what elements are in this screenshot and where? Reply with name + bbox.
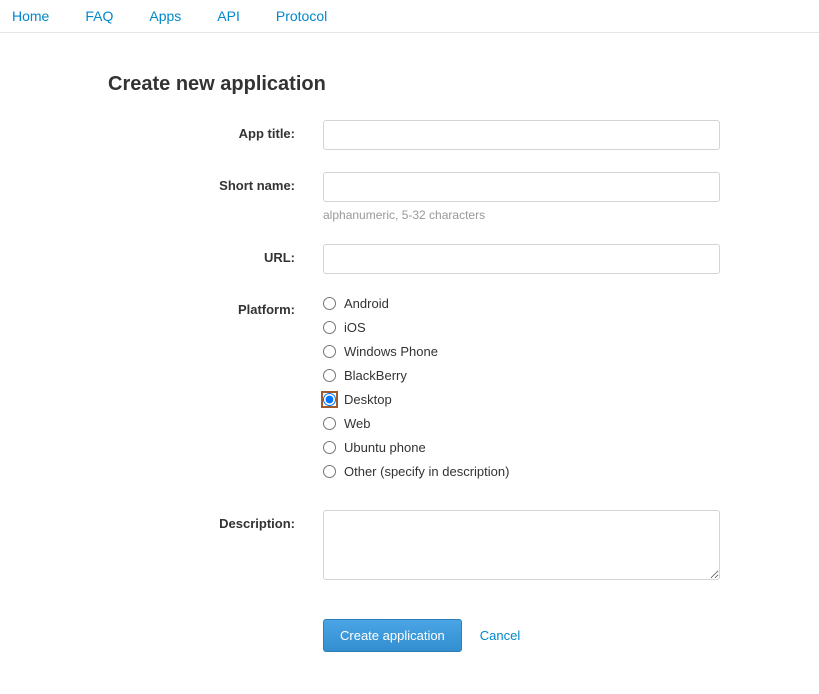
platform-radio[interactable] xyxy=(323,297,336,310)
label-description: Description: xyxy=(108,510,323,531)
label-url: URL: xyxy=(108,244,323,265)
form-container: Create new application App title: Short … xyxy=(0,33,720,694)
platform-option[interactable]: Other (specify in description) xyxy=(323,464,720,479)
label-app-title: App title: xyxy=(108,120,323,141)
input-short-name[interactable] xyxy=(323,172,720,202)
platform-radio[interactable] xyxy=(323,393,336,406)
nav-protocol[interactable]: Protocol xyxy=(276,8,327,24)
input-description[interactable] xyxy=(323,510,720,580)
top-nav: Home FAQ Apps API Protocol xyxy=(0,0,819,33)
platform-option-label: BlackBerry xyxy=(344,368,407,383)
platform-option[interactable]: BlackBerry xyxy=(323,368,720,383)
page-title: Create new application xyxy=(108,73,720,96)
label-short-name: Short name: xyxy=(108,172,323,193)
platform-option-label: Ubuntu phone xyxy=(344,440,426,455)
input-app-title[interactable] xyxy=(323,120,720,150)
help-short-name: alphanumeric, 5-32 characters xyxy=(323,208,720,222)
nav-home[interactable]: Home xyxy=(12,8,49,24)
platform-option[interactable]: Android xyxy=(323,296,720,311)
nav-api[interactable]: API xyxy=(217,8,240,24)
platform-option-label: Other (specify in description) xyxy=(344,464,509,479)
row-description: Description: xyxy=(108,510,720,583)
platform-option-label: Desktop xyxy=(344,392,392,407)
nav-faq[interactable]: FAQ xyxy=(85,8,113,24)
platform-options: Android iOS Windows Phone BlackBerry Desktop… xyxy=(323,296,720,488)
row-platform: Platform: Android iOS Windows Phone BlackBe… xyxy=(108,296,720,488)
label-platform: Platform: xyxy=(108,296,323,317)
platform-option[interactable]: Desktop xyxy=(323,392,720,407)
platform-option-label: Android xyxy=(344,296,389,311)
platform-radio[interactable] xyxy=(323,321,336,334)
platform-option-label: Web xyxy=(344,416,371,431)
row-actions: Create application Cancel xyxy=(108,605,720,652)
platform-option[interactable]: iOS xyxy=(323,320,720,335)
platform-option-label: iOS xyxy=(344,320,366,335)
platform-radio[interactable] xyxy=(323,441,336,454)
row-short-name: Short name: alphanumeric, 5-32 character… xyxy=(108,172,720,222)
platform-option[interactable]: Web xyxy=(323,416,720,431)
input-url[interactable] xyxy=(323,244,720,274)
platform-option[interactable]: Ubuntu phone xyxy=(323,440,720,455)
nav-apps[interactable]: Apps xyxy=(149,8,181,24)
create-application-button[interactable]: Create application xyxy=(323,619,462,652)
platform-radio[interactable] xyxy=(323,465,336,478)
row-app-title: App title: xyxy=(108,120,720,150)
row-url: URL: xyxy=(108,244,720,274)
platform-option[interactable]: Windows Phone xyxy=(323,344,720,359)
platform-radio[interactable] xyxy=(323,369,336,382)
platform-radio[interactable] xyxy=(323,417,336,430)
platform-radio[interactable] xyxy=(323,345,336,358)
platform-option-label: Windows Phone xyxy=(344,344,438,359)
